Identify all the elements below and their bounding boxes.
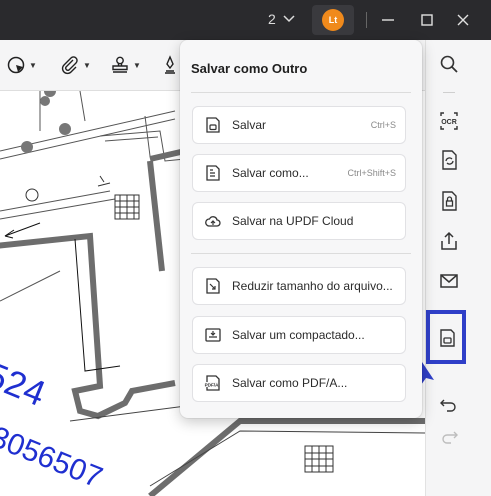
save-label: Salvar xyxy=(232,118,267,132)
dropdown-caret-icon: ▼ xyxy=(133,60,141,70)
save-flattened-button[interactable]: Salvar um compactado... xyxy=(192,316,406,354)
pdfa-icon: PDF/A xyxy=(205,375,220,391)
search-icon[interactable] xyxy=(438,53,460,75)
save-as-button[interactable]: Salvar como... Ctrl+Shift+S xyxy=(192,154,406,192)
save-as-other-icon xyxy=(440,329,455,347)
ocr-icon[interactable]: OCR xyxy=(438,110,460,132)
cloud-icon xyxy=(205,216,221,227)
shape-tool-button[interactable]: ▼ xyxy=(6,52,37,78)
reduce-size-button[interactable]: Reduzir tamanho do arquivo... xyxy=(192,267,406,305)
save-as-other-panel: Salvar como Outro Salvar Ctrl+S Salvar c… xyxy=(180,40,422,418)
save-flattened-label: Salvar um compactado... xyxy=(232,328,365,342)
email-icon[interactable] xyxy=(438,270,460,292)
attachment-icon xyxy=(61,56,78,75)
reduce-size-icon xyxy=(206,278,220,294)
save-to-cloud-button[interactable]: Salvar na UPDF Cloud xyxy=(192,202,406,240)
ocr-label: OCR xyxy=(441,119,457,126)
svg-text:PDF/A: PDF/A xyxy=(205,382,219,387)
chevron-down-icon[interactable] xyxy=(282,12,296,26)
save-pdfa-button[interactable]: PDF/A Salvar como PDF/A... xyxy=(192,364,406,402)
save-as-label: Salvar como... xyxy=(232,166,309,180)
document-text-number: 3056507 xyxy=(0,420,107,494)
shape-icon xyxy=(7,56,25,74)
panel-title: Salvar como Outro xyxy=(191,61,308,76)
pen-icon xyxy=(165,55,175,74)
stamp-tool-button[interactable]: ▼ xyxy=(110,52,141,78)
save-as-icon xyxy=(206,165,220,181)
divider xyxy=(191,92,411,93)
stamp-icon xyxy=(112,56,128,73)
document-text-524: 524 xyxy=(0,354,51,415)
save-pdfa-label: Salvar como PDF/A... xyxy=(232,376,348,390)
divider xyxy=(443,92,455,93)
dropdown-caret-icon: ▼ xyxy=(29,60,37,70)
right-sidebar: OCR xyxy=(425,40,491,496)
save-icon xyxy=(206,117,220,133)
minimize-icon[interactable] xyxy=(378,10,398,30)
reduce-size-label: Reduzir tamanho do arquivo... xyxy=(232,279,393,293)
save-button[interactable]: Salvar Ctrl+S xyxy=(192,106,406,144)
save-shortcut: Ctrl+S xyxy=(370,120,396,130)
maximize-icon[interactable] xyxy=(417,10,437,30)
divider xyxy=(366,12,367,28)
divider xyxy=(191,253,411,254)
save-as-other-button[interactable] xyxy=(426,310,466,364)
pen-tool-button[interactable] xyxy=(160,52,180,78)
attachment-tool-button[interactable]: ▼ xyxy=(60,52,91,78)
undo-icon[interactable] xyxy=(438,393,460,415)
title-bar: 2 Lt xyxy=(0,0,491,40)
share-icon[interactable] xyxy=(438,230,460,252)
avatar[interactable]: Lt xyxy=(322,9,344,31)
redo-icon[interactable] xyxy=(438,425,460,447)
save-to-cloud-label: Salvar na UPDF Cloud xyxy=(232,214,354,228)
dropdown-caret-icon: ▼ xyxy=(83,60,91,70)
flatten-icon xyxy=(205,328,221,342)
save-as-shortcut: Ctrl+Shift+S xyxy=(347,168,396,178)
account-button[interactable]: Lt xyxy=(312,5,354,35)
document-count[interactable]: 2 xyxy=(268,11,276,27)
convert-icon[interactable] xyxy=(438,149,460,171)
protect-icon[interactable] xyxy=(438,190,460,212)
close-icon[interactable] xyxy=(453,10,473,30)
